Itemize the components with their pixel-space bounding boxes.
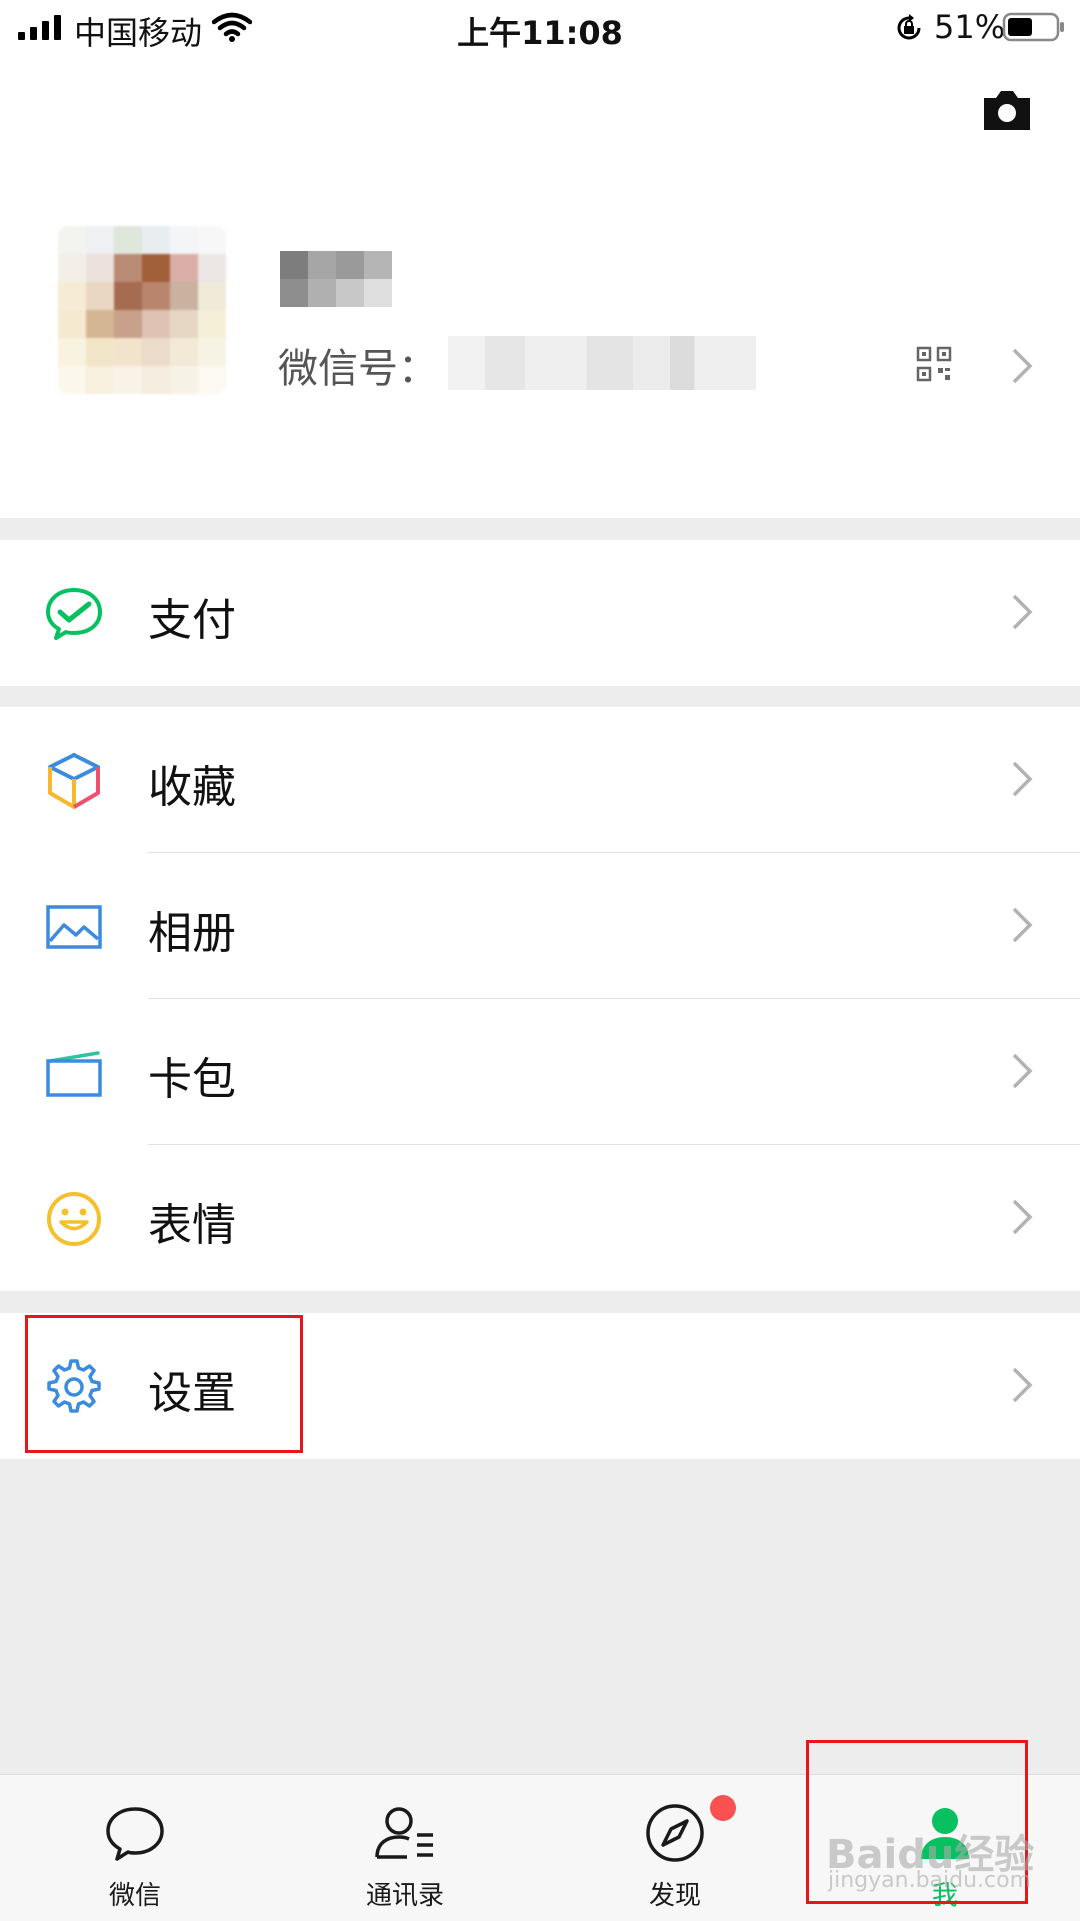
menu-item-label: 表情: [148, 1200, 236, 1251]
contacts-icon: [375, 1807, 433, 1859]
chevron-right-icon: [1012, 348, 1033, 384]
rotation-lock-icon: [897, 14, 921, 40]
chevron-right-icon: [1012, 761, 1033, 797]
tab-label: 发现: [648, 1881, 701, 1911]
qr-code-icon[interactable]: [916, 346, 952, 382]
settings-highlight-box: [25, 1315, 303, 1453]
notification-dot: [710, 1795, 736, 1821]
battery-percent: 51%: [934, 8, 1006, 46]
watermark-url: jingyan.baidu.com: [828, 1868, 1032, 1893]
menu-item-stickers[interactable]: 表情: [0, 1145, 1080, 1291]
pay-icon: [46, 588, 102, 640]
chat-bubble-icon: [106, 1807, 164, 1861]
smiley-icon: [47, 1192, 101, 1246]
tab-label: 通讯录: [365, 1881, 444, 1911]
album-icon: [46, 905, 102, 949]
menu-item-album[interactable]: 相册: [0, 853, 1080, 999]
menu-item-favorites[interactable]: 收藏: [0, 707, 1080, 853]
profile-header[interactable]: 微信号：: [0, 56, 1080, 518]
tab-contacts[interactable]: 通讯录: [270, 1775, 540, 1921]
favorites-cube-icon: [48, 753, 100, 809]
nickname-mosaic: [280, 251, 392, 307]
menu-item-cards[interactable]: 卡包: [0, 999, 1080, 1145]
menu-item-label: 收藏: [148, 762, 236, 813]
menu-item-label: 相册: [148, 908, 236, 959]
menu-item-pay[interactable]: 支付: [0, 540, 1080, 686]
wechat-id-label: 微信号：: [278, 346, 438, 392]
menu-item-label: 支付: [148, 595, 236, 646]
avatar[interactable]: [58, 226, 226, 394]
status-bar: 中国移动 上午11:08 51%: [0, 0, 1080, 56]
wechat-id-mosaic: [448, 336, 756, 390]
tab-discover[interactable]: 发现: [540, 1775, 810, 1921]
camera-icon[interactable]: [980, 88, 1034, 132]
chevron-right-icon: [1012, 1199, 1033, 1235]
tab-label: 微信: [108, 1881, 161, 1911]
chevron-right-icon: [1012, 594, 1033, 630]
tab-chats[interactable]: 微信: [0, 1775, 270, 1921]
chevron-right-icon: [1012, 1367, 1033, 1403]
card-wallet-icon: [46, 1051, 102, 1097]
battery-icon: [1002, 12, 1064, 42]
chevron-right-icon: [1012, 907, 1033, 943]
chevron-right-icon: [1012, 1053, 1033, 1089]
compass-icon: [646, 1804, 704, 1862]
menu-item-label: 卡包: [148, 1054, 236, 1105]
